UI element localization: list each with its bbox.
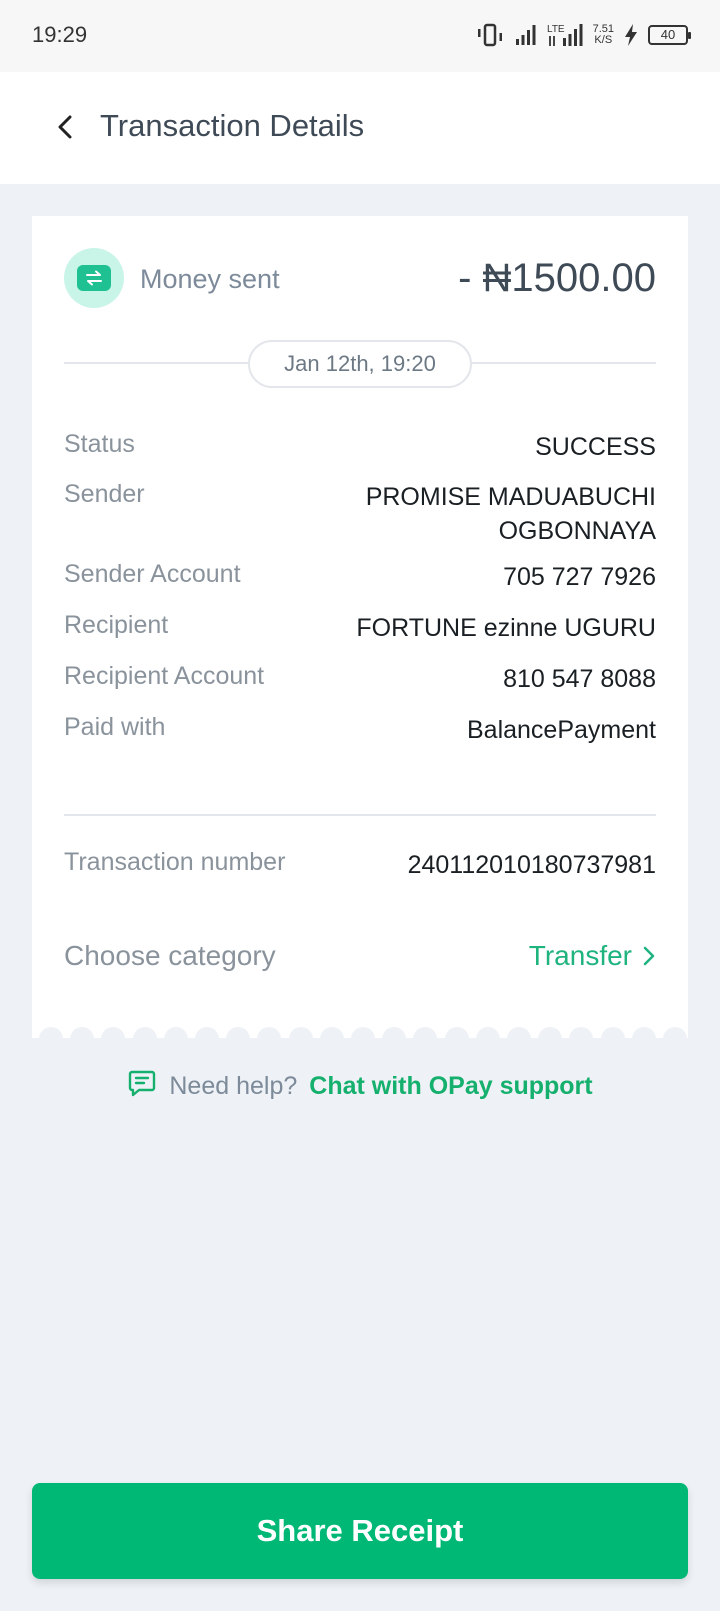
scallop-notch bbox=[631, 1027, 656, 1049]
detail-label: Sender Account bbox=[64, 560, 241, 588]
detail-row-transaction-number: Transaction number 240112010180737981 bbox=[64, 848, 656, 884]
signal-icon bbox=[515, 23, 537, 47]
transfer-arrows-icon bbox=[77, 265, 111, 291]
detail-value: FORTUNE ezinne UGURU bbox=[356, 614, 656, 642]
status-time: 19:29 bbox=[32, 22, 88, 47]
category-value-text: Transfer bbox=[528, 940, 632, 971]
section-divider bbox=[64, 814, 656, 816]
scallop-notch bbox=[39, 1027, 63, 1049]
transaction-card: Money sent - ₦1500.00 Jan 12th, 19:20 St… bbox=[32, 216, 688, 1038]
detail-row-sender: Sender PROMISE MADUABUCHI OGBONNAYA bbox=[64, 480, 656, 550]
detail-row-recipient: Recipient FORTUNE ezinne UGURU bbox=[64, 611, 656, 647]
chevron-right-icon bbox=[643, 946, 655, 966]
battery-icon: 40 bbox=[648, 25, 691, 45]
detail-label: Transaction number bbox=[64, 848, 286, 876]
transaction-number[interactable]: 240112010180737981 bbox=[408, 848, 656, 882]
app-header: Transaction Details bbox=[0, 72, 720, 184]
receipt-scalloped-edge bbox=[32, 1027, 688, 1049]
scallop-notch bbox=[319, 1027, 344, 1049]
category-value[interactable]: Transfer bbox=[529, 940, 656, 972]
net-speed-unit: K/S bbox=[594, 34, 613, 46]
sender-name-line2: OGBONNAYA bbox=[498, 517, 656, 545]
status-icons: LTE 7.51 K/S 40 bbox=[475, 20, 691, 50]
vibrate-icon bbox=[475, 23, 505, 47]
scallop-notch bbox=[288, 1027, 313, 1049]
status-bar: 19:29 LTE 7.51 K/S 40 bbox=[0, 0, 720, 72]
sender-name-line1: PROMISE MADUABUCHI bbox=[365, 483, 656, 511]
scallop-notch bbox=[538, 1027, 563, 1049]
detail-label: Recipient bbox=[64, 611, 169, 639]
scallop-notch bbox=[475, 1027, 500, 1049]
chat-support-link[interactable]: Chat with OPay support bbox=[309, 1072, 592, 1101]
lte-signal-icon: LTE bbox=[547, 22, 583, 48]
scallop-notch bbox=[101, 1027, 126, 1049]
transaction-date: Jan 12th, 19:20 bbox=[248, 340, 472, 388]
transaction-type-label: Money sent bbox=[140, 264, 280, 294]
transaction-type-icon bbox=[64, 248, 124, 308]
detail-label: Sender bbox=[64, 480, 145, 508]
scallop-notch bbox=[132, 1027, 157, 1049]
scallop-notch bbox=[507, 1027, 531, 1049]
scallop-notch bbox=[444, 1027, 469, 1049]
scallop-notch bbox=[163, 1027, 188, 1049]
scallop-notch bbox=[600, 1027, 625, 1049]
detail-row-paid-with: Paid with BalancePayment bbox=[64, 713, 656, 749]
back-button[interactable] bbox=[40, 102, 90, 152]
help-prefix: Need help? bbox=[169, 1072, 298, 1100]
chevron-left-icon bbox=[58, 115, 72, 139]
share-receipt-button[interactable]: Share Receipt bbox=[32, 1483, 688, 1579]
scallop-notch bbox=[195, 1027, 219, 1049]
detail-value: SUCCESS bbox=[535, 433, 656, 461]
detail-row-recipient-account: Recipient Account 810 547 8088 bbox=[64, 662, 656, 698]
transaction-amount: - ₦1500.00 bbox=[458, 256, 656, 300]
charging-icon bbox=[624, 23, 638, 47]
scallop-notch bbox=[663, 1027, 687, 1049]
detail-value: BalancePayment bbox=[466, 716, 656, 744]
detail-value: 705 727 7926 bbox=[503, 563, 656, 591]
detail-label: Paid with bbox=[64, 713, 166, 741]
detail-value: 810 547 8088 bbox=[503, 665, 656, 693]
svg-text:LTE: LTE bbox=[547, 24, 565, 35]
scallop-notch bbox=[226, 1027, 251, 1049]
scallop-notch bbox=[569, 1027, 594, 1049]
page-title: Transaction Details bbox=[100, 108, 365, 143]
scallop-notch bbox=[351, 1027, 375, 1049]
net-speed: 7.51 K/S bbox=[593, 24, 614, 46]
help-section: Need help? Chat with OPay support bbox=[0, 1068, 720, 1105]
category-label: Choose category bbox=[64, 940, 276, 971]
detail-label: Status bbox=[64, 430, 135, 458]
detail-label: Recipient Account bbox=[64, 662, 265, 690]
detail-value: PROMISE MADUABUCHI OGBONNAYA bbox=[366, 480, 656, 548]
choose-category-row[interactable]: Choose category Transfer bbox=[64, 940, 656, 980]
scallop-notch bbox=[382, 1027, 407, 1049]
scallop-notch bbox=[413, 1027, 438, 1049]
scallop-notch bbox=[257, 1027, 282, 1049]
chat-icon bbox=[127, 1068, 157, 1105]
detail-row-status: Status SUCCESS bbox=[64, 430, 656, 466]
scallop-notch bbox=[70, 1027, 95, 1049]
detail-row-sender-account: Sender Account 705 727 7926 bbox=[64, 560, 656, 596]
